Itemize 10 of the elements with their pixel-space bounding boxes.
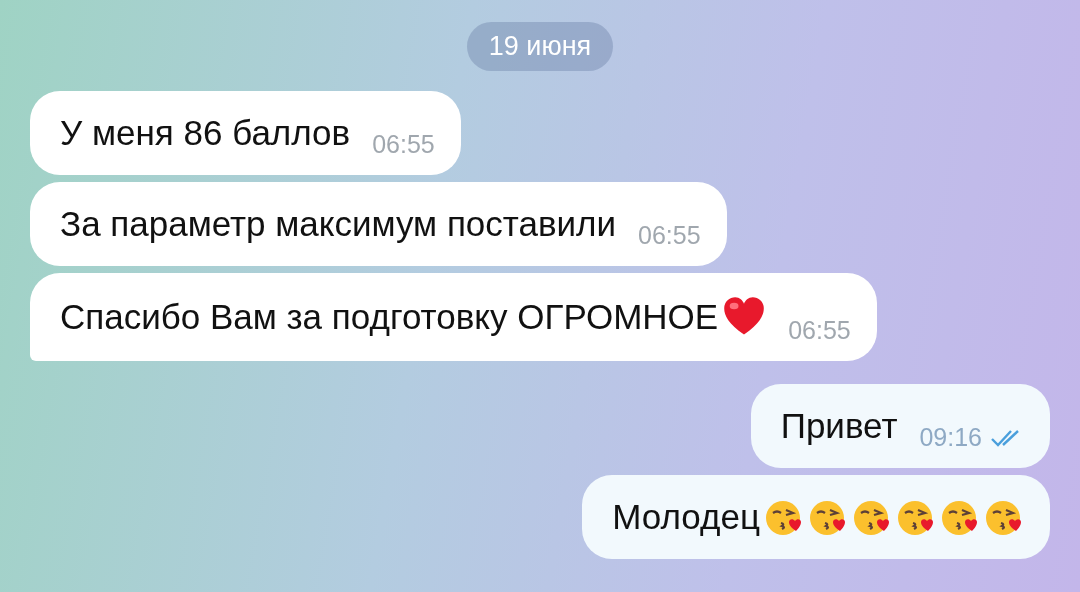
message-text: Привет [780,406,898,446]
message-text: Молодец [612,497,760,537]
date-label: 19 июня [466,22,614,71]
message-text: За параметр максимум поставили [60,204,617,244]
message-time: 06:55 [638,221,701,250]
message-time: 09:16 [919,423,982,452]
message-text: Спасибо Вам за подготовку ОГРОМНОЕ [60,297,719,337]
message-time: 06:55 [788,316,851,345]
message-text: У меня 86 баллов [60,113,351,153]
message-time: 06:55 [372,130,435,159]
